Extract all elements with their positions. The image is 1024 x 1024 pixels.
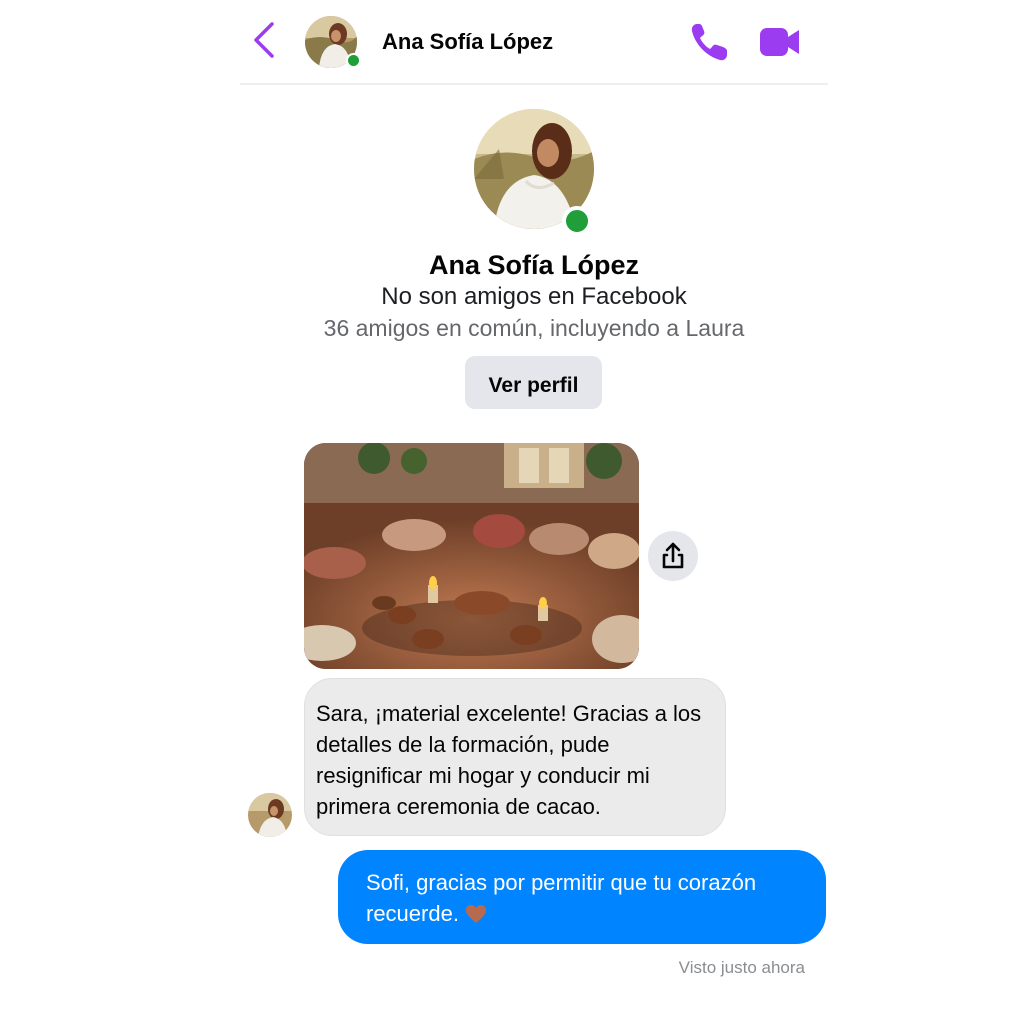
chat-header: Ana Sofía López: [240, 0, 828, 85]
online-indicator: [346, 53, 361, 68]
online-indicator: [562, 206, 592, 236]
outgoing-message[interactable]: Sofi, gracias por permitir que tu corazó…: [338, 850, 826, 944]
profile-avatar-wrap: [474, 109, 594, 236]
outgoing-message-text: Sofi, gracias por permitir que tu corazó…: [366, 870, 757, 926]
profile-name: Ana Sofía López: [428, 250, 639, 280]
share-button[interactable]: [648, 531, 698, 581]
mutual-friends: 36 amigos en común, incluyendo a Laura: [323, 315, 745, 341]
heart-icon: [465, 905, 486, 923]
back-button[interactable]: [248, 20, 280, 60]
friend-status: No son amigos en Facebook: [381, 283, 687, 310]
contact-name[interactable]: Ana Sofía López: [382, 29, 553, 55]
view-profile-button[interactable]: Ver perfil: [465, 356, 602, 409]
sender-avatar[interactable]: [248, 793, 292, 837]
incoming-message[interactable]: Sara, ¡material excelente! Gracias a los…: [304, 678, 726, 836]
phone-icon[interactable]: [687, 20, 731, 64]
video-camera-icon[interactable]: [758, 22, 802, 62]
image-message[interactable]: [304, 443, 639, 669]
share-icon: [662, 542, 684, 569]
seen-status: Visto justo ahora: [678, 958, 805, 977]
